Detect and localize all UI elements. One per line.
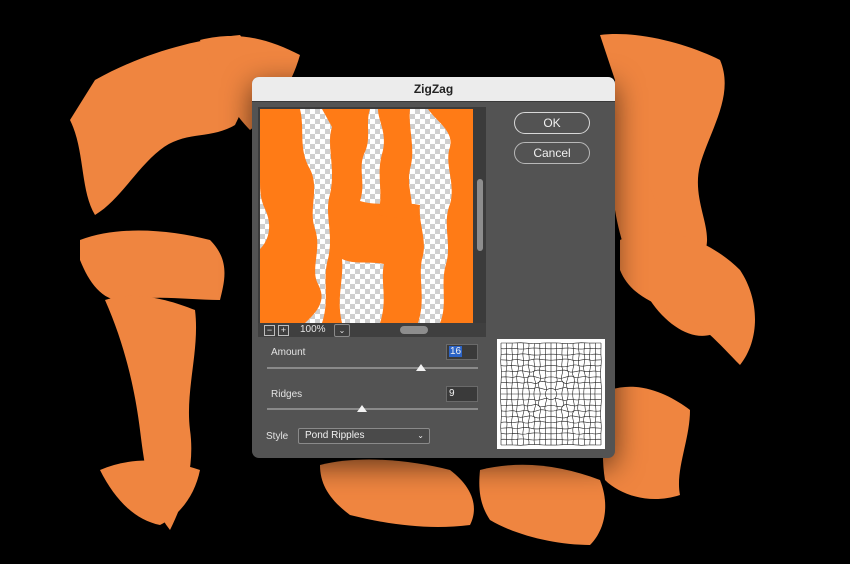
ridges-value: 9 [449,388,455,399]
zigzag-dialog: ZigZag − + 100% ⌄ OK Cancel Amount 16 Ri… [252,77,615,458]
zoom-level: 100% [300,324,326,335]
amount-label: Amount [271,347,306,358]
ok-button[interactable]: OK [514,112,590,134]
vertical-scroll-thumb[interactable] [477,179,483,251]
zigzag-mesh-preview [497,339,605,449]
filter-preview[interactable] [258,107,486,337]
style-select[interactable]: Pond Ripples ⌄ [298,428,430,444]
preview-artwork [260,109,473,323]
amount-slider[interactable] [267,367,478,369]
minus-icon[interactable]: − [264,325,275,336]
ridges-slider-thumb[interactable] [356,405,367,412]
ridges-slider[interactable] [267,408,478,410]
preview-vertical-scrollbar[interactable] [476,109,484,323]
style-selected-value: Pond Ripples [305,430,365,441]
horizontal-scroll-thumb[interactable] [400,326,428,334]
ridges-input[interactable]: 9 [446,386,478,402]
amount-value: 16 [449,346,463,357]
plus-icon[interactable]: + [278,325,289,336]
zoom-dropdown-button[interactable]: ⌄ [334,324,350,337]
dialog-title: ZigZag [252,77,615,102]
style-label: Style [266,431,289,442]
ridges-label: Ridges [271,389,303,400]
cancel-button[interactable]: Cancel [514,142,590,164]
amount-slider-thumb[interactable] [416,364,427,371]
zoom-bar: − + 100% ⌄ [258,323,486,337]
preview-canvas[interactable] [260,109,473,323]
chevron-down-icon: ⌄ [417,431,424,440]
amount-input[interactable]: 16 [446,344,478,360]
